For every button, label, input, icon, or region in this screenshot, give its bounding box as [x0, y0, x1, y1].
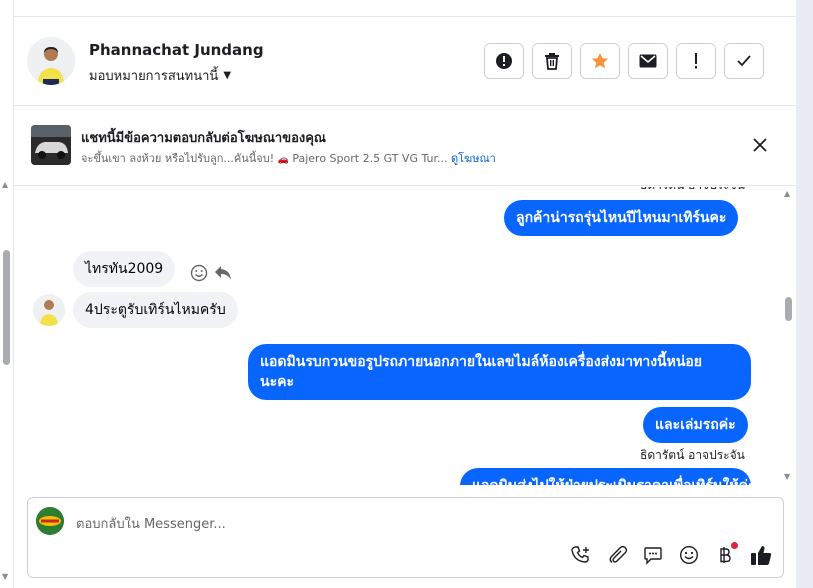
contact-name: Phannachat Jundang	[89, 41, 264, 59]
message-line: นะคะ	[260, 374, 294, 390]
close-banner-button[interactable]	[749, 134, 771, 156]
chat-scroll-up-icon[interactable]: ▲	[784, 189, 790, 198]
car-icon: 🚗	[277, 155, 289, 165]
sender-name: ธิดารัตน์ อาจประจัน	[640, 448, 745, 462]
outgoing-message[interactable]: ลูกค้าน่ารถรุ่นไหนปีไหนมาเทิร์นคะ	[504, 200, 739, 236]
check-icon	[737, 55, 751, 67]
outgoing-message[interactable]: แอดมินรบกวนขอรูปรถภายนอกภายในเลขไมล์ห้อง…	[248, 344, 751, 400]
page-avatar	[36, 507, 64, 535]
star-button[interactable]	[580, 43, 620, 79]
alert-circle-icon	[496, 53, 512, 69]
envelope-icon	[639, 54, 657, 68]
left-scrollbar[interactable]: ▲ ▼	[0, 0, 14, 588]
ad-product: Pajero Sport 2.5 GT VG Tur...	[292, 152, 448, 165]
star-icon	[592, 53, 608, 69]
mark-done-button[interactable]	[724, 43, 764, 79]
chat-scrollbar-thumb[interactable]	[785, 297, 792, 321]
caret-down-icon: ▼	[223, 70, 232, 81]
emoji-icon[interactable]	[678, 544, 700, 566]
thumbs-up-icon[interactable]	[750, 544, 772, 566]
incoming-message[interactable]: 4ประตูรับเทิร์นไหมครับ	[73, 292, 238, 328]
header-actions	[484, 43, 764, 79]
follow-up-button[interactable]	[676, 43, 716, 79]
right-page-edge	[796, 0, 813, 588]
sender-name: ธิดารัตน์ อาจประจัน	[640, 187, 745, 195]
ad-reply-banner: แชทนี้มีข้อความตอบกลับต่อโฆษณาของคุณ จะข…	[14, 106, 796, 186]
composer-toolbar	[570, 542, 772, 566]
message-composer[interactable]: ตอบกลับใน Messenger...	[27, 497, 784, 578]
conversation-header: Phannachat Jundang มอบหมายการสนทนานี้ ▼	[14, 17, 796, 106]
notification-dot	[731, 542, 738, 549]
view-ad-link[interactable]: ดูโฆษณา	[451, 152, 496, 165]
exclamation-icon	[695, 53, 697, 69]
outgoing-message[interactable]: แอดมินส่งไปให้ฝ่ายประเมินราคาเพื่อเทิร์น…	[460, 468, 751, 485]
message-thread[interactable]: ธิดารัตน์ อาจประจัน ลูกค้าน่ารถรุ่นไหนปี…	[14, 187, 796, 485]
incoming-message[interactable]: ไทรทัน2009	[73, 251, 176, 287]
ad-thumbnail[interactable]	[31, 125, 71, 165]
close-icon	[753, 138, 767, 152]
outgoing-message[interactable]: และเล่มรถค่ะ	[643, 407, 748, 443]
scrollbar-thumb[interactable]	[3, 250, 10, 365]
message-line: แอดมินรบกวนขอรูปรถภายนอกภายในเลขไมล์ห้อง…	[260, 354, 703, 370]
ad-banner-subtitle: จะขึ้นเขา ลงห้วย หรือไปรับลูก...คันนี้จบ…	[81, 149, 496, 167]
ad-text: จะขึ้นเขา ลงห้วย หรือไปรับลูก...คันนี้จบ…	[81, 152, 275, 165]
ad-banner-title: แชทนี้มีข้อความตอบกลับต่อโฆษณาของคุณ	[81, 131, 326, 146]
contact-avatar[interactable]	[27, 37, 75, 85]
chat-scroll-down-icon[interactable]: ▼	[784, 472, 790, 481]
reply-icon[interactable]	[214, 265, 232, 281]
trash-icon	[545, 53, 559, 70]
mark-unread-button[interactable]	[628, 43, 668, 79]
spam-report-button[interactable]	[484, 43, 524, 79]
baht-icon[interactable]	[714, 542, 738, 566]
paperclip-icon[interactable]	[606, 544, 628, 566]
scroll-up-arrow-icon[interactable]: ▲	[2, 180, 8, 189]
contact-avatar-small[interactable]	[33, 294, 65, 326]
call-add-icon[interactable]	[570, 544, 592, 566]
scroll-down-arrow-icon[interactable]: ▼	[2, 572, 8, 581]
assign-conversation-dropdown[interactable]: มอบหมายการสนทนานี้ ▼	[89, 65, 231, 86]
reply-input[interactable]: ตอบกลับใน Messenger...	[76, 513, 226, 534]
assign-label: มอบหมายการสนทนานี้	[89, 69, 219, 84]
delete-button[interactable]	[532, 43, 572, 79]
message-hover-actions	[190, 264, 232, 282]
emoji-react-icon[interactable]	[190, 264, 208, 282]
saved-reply-icon[interactable]	[642, 544, 664, 566]
